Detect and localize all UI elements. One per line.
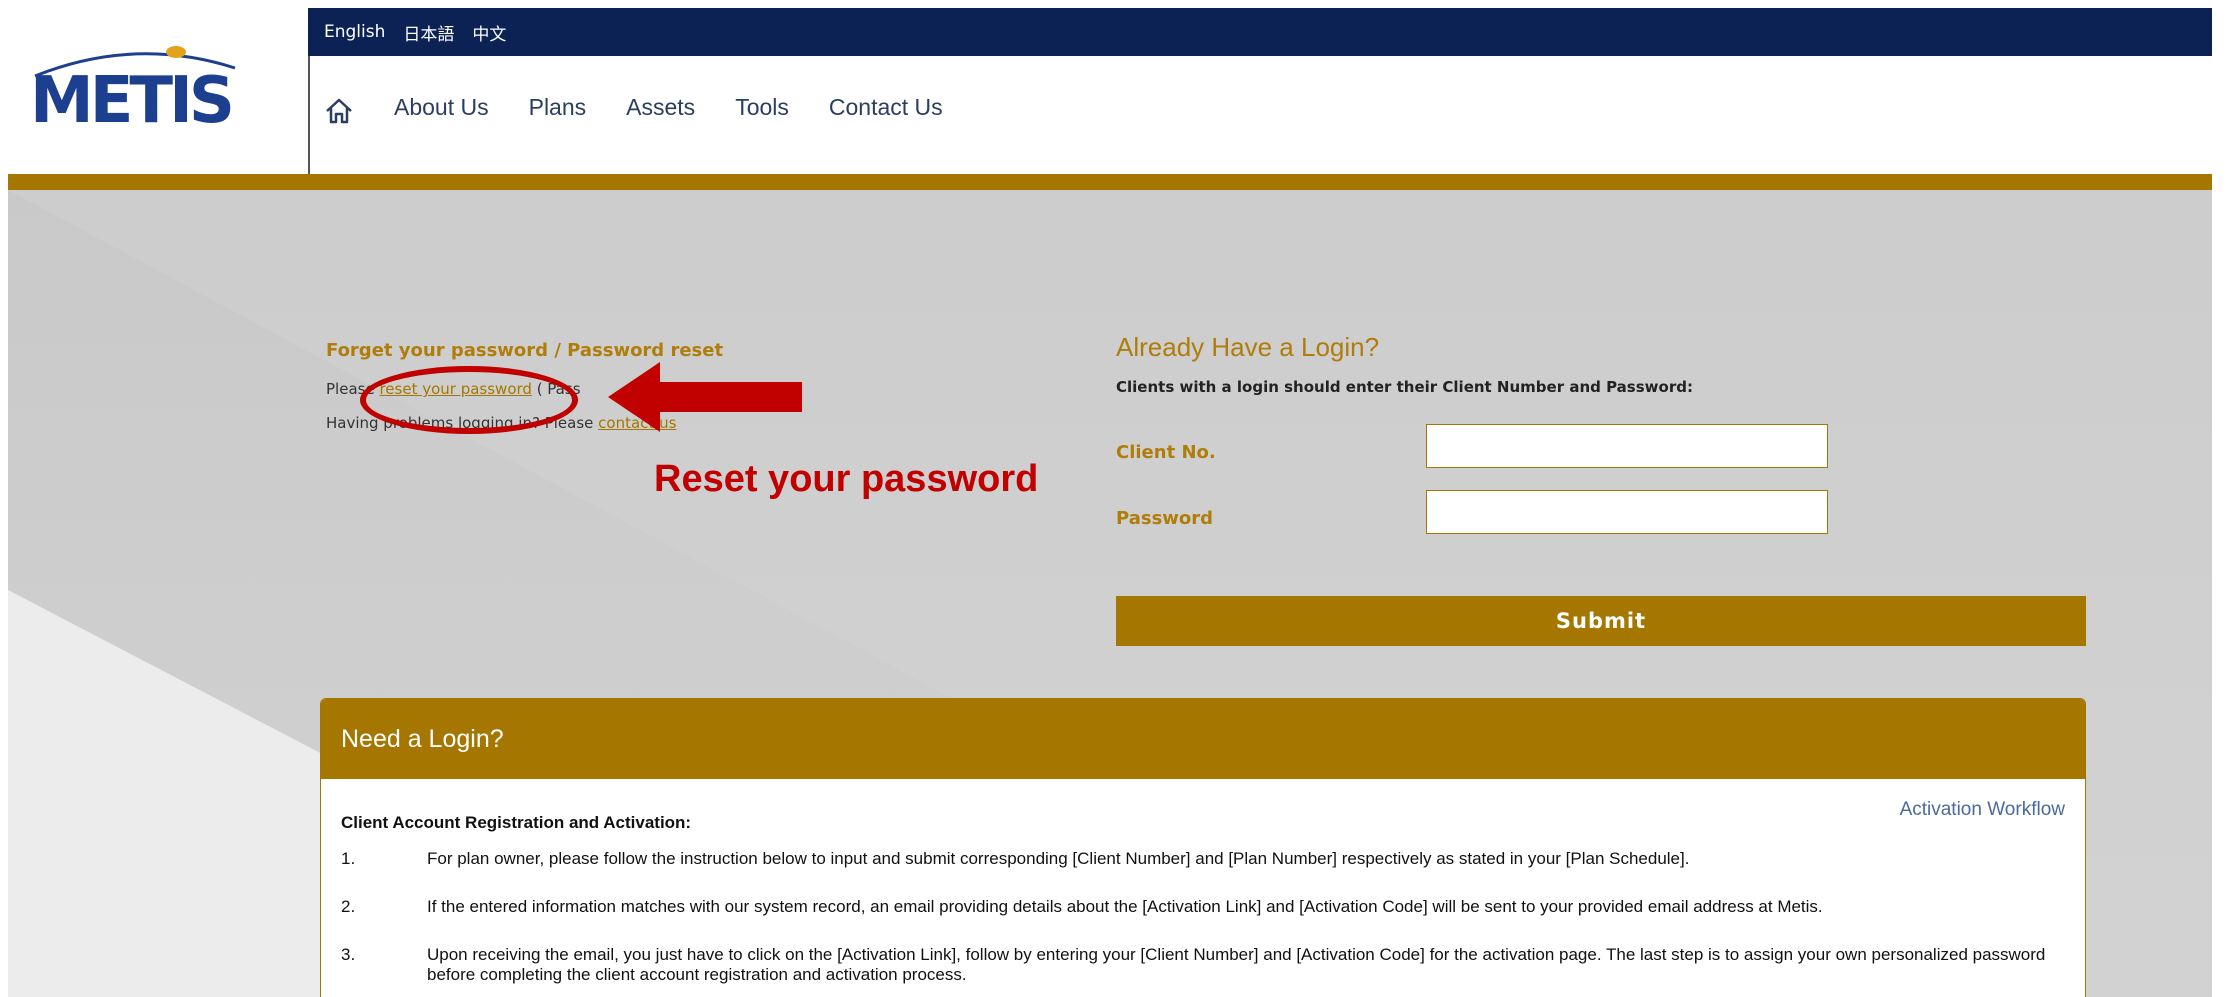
nav-tools[interactable]: Tools <box>735 94 789 121</box>
lang-chinese[interactable]: 中文 <box>472 20 506 45</box>
password-input[interactable] <box>1426 490 1828 534</box>
need-login-panel: Need a Login? Activation Workflow Client… <box>320 698 2086 997</box>
login-title: Already Have a Login? <box>1116 332 1380 362</box>
client-no-label: Client No. <box>1116 442 1216 463</box>
nav-assets[interactable]: Assets <box>626 94 695 121</box>
language-bar: English 日本語 中文 <box>308 8 2212 56</box>
step-number: 2. <box>341 897 356 916</box>
list-item: 2. If the entered information matches wi… <box>341 897 2071 917</box>
nav-contact-us[interactable]: Contact Us <box>829 94 943 121</box>
step-text: If the entered information matches with … <box>427 897 1823 916</box>
login-subtitle: Clients with a login should enter their … <box>1116 378 1693 396</box>
need-login-header: Need a Login? <box>321 699 2085 779</box>
home-icon[interactable] <box>324 96 354 126</box>
activation-workflow-link[interactable]: Activation Workflow <box>1900 799 2065 821</box>
step-text: Upon receiving the email, you just have … <box>427 945 2046 984</box>
submit-button[interactable]: Submit <box>1116 596 2086 646</box>
logo: METIS <box>30 64 235 138</box>
main-nav: About Us Plans Assets Tools Contact Us <box>308 56 2212 174</box>
list-item: 1. For plan owner, please follow the ins… <box>341 849 2071 869</box>
password-label: Password <box>1116 508 1214 529</box>
client-no-input[interactable] <box>1426 424 1828 468</box>
main-content: Forget your password / Password reset Pl… <box>8 190 2212 997</box>
nav-about-us[interactable]: About Us <box>394 94 489 121</box>
registration-title: Client Account Registration and Activati… <box>341 813 692 832</box>
annotation-arrow-icon <box>608 362 802 432</box>
page-frame: METIS English 日本語 中文 About Us Plans Asse… <box>8 8 2212 997</box>
annotation-label: Reset your password <box>654 458 1039 500</box>
forgot-password-title: Forget your password / Password reset <box>326 340 724 361</box>
nav-plans[interactable]: Plans <box>529 94 587 121</box>
step-text: For plan owner, please follow the instru… <box>427 849 1690 868</box>
step-number: 1. <box>341 849 356 868</box>
lang-japanese[interactable]: 日本語 <box>403 20 454 45</box>
step-number: 3. <box>341 945 356 964</box>
need-login-title: Need a Login? <box>341 724 504 753</box>
lang-english[interactable]: English <box>324 22 385 42</box>
logo-area[interactable]: METIS <box>8 8 308 174</box>
registration-steps: 1. For plan owner, please follow the ins… <box>341 849 2071 997</box>
header-divider <box>8 174 2212 190</box>
annotation-ellipse <box>360 366 578 434</box>
list-item: 3. Upon receiving the email, you just ha… <box>341 945 2071 985</box>
